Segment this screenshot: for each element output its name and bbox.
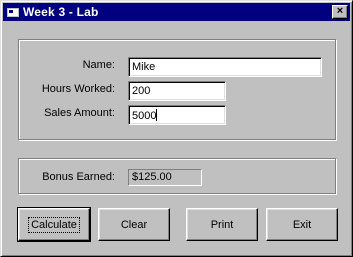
clear-button[interactable]: Clear xyxy=(98,208,170,241)
bonus-earned-label: Bonus Earned: xyxy=(42,171,115,183)
text-cursor xyxy=(156,109,158,121)
print-button[interactable]: Print xyxy=(186,208,258,241)
bonus-earned-value: $125.00 xyxy=(128,169,202,186)
hours-worked-field[interactable]: 200 xyxy=(128,81,226,101)
close-icon: × xyxy=(336,5,344,17)
name-field[interactable]: Mike xyxy=(128,57,322,77)
sales-amount-field[interactable]: 5000 xyxy=(128,105,226,125)
sales-amount-label: Sales Amount: xyxy=(44,107,115,119)
hours-worked-label: Hours Worked: xyxy=(41,83,115,95)
close-button[interactable]: × xyxy=(332,5,348,19)
app-window: Week 3 - Lab × Name: Mike Hours Worked: … xyxy=(0,0,353,257)
window-title: Week 3 - Lab xyxy=(23,5,99,19)
exit-button[interactable]: Exit xyxy=(266,208,338,241)
app-icon xyxy=(6,5,20,19)
calculate-button[interactable]: Calculate xyxy=(17,207,91,242)
name-label: Name: xyxy=(82,59,115,71)
title-bar[interactable]: Week 3 - Lab × xyxy=(3,3,350,21)
